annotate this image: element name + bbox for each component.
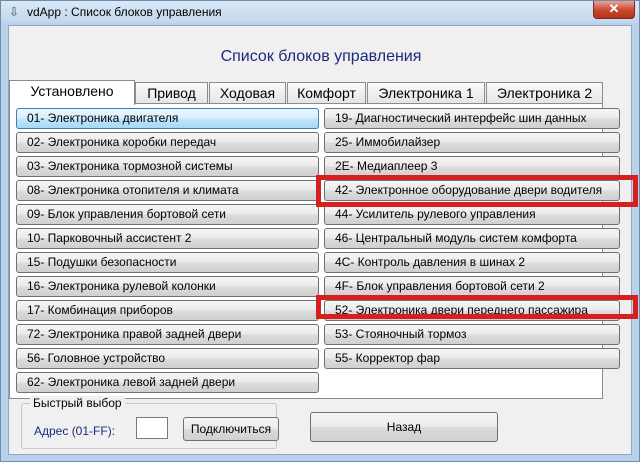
tab-installed[interactable]: Установлено <box>9 80 135 105</box>
connect-button[interactable]: Подключиться <box>183 417 279 441</box>
tab-strip: Установлено Привод Ходовая Комфорт Элект… <box>9 80 633 105</box>
modules-panel: 01- Электроника двигателя 02- Электроник… <box>9 103 638 399</box>
module-button-17[interactable]: 17- Комбинация приборов <box>16 300 319 321</box>
module-button-56[interactable]: 56- Головное устройство <box>16 348 319 369</box>
module-button-03[interactable]: 03- Электроника тормозной системы <box>16 156 319 177</box>
client-area: Список блоков управления Установлено При… <box>8 25 638 455</box>
module-button-44[interactable]: 44- Усилитель рулевого управления <box>324 204 620 225</box>
tab-chassis[interactable]: Ходовая <box>209 82 286 104</box>
quick-select-group: Быстрый выбор Адрес (01-FF): Подключитьс… <box>21 396 279 449</box>
module-button-10[interactable]: 10- Парковочный ассистент 2 <box>16 228 319 249</box>
module-button-16[interactable]: 16- Электроника рулевой колонки <box>16 276 319 297</box>
module-button-4f[interactable]: 4F- Блок управления бортовой сети 2 <box>324 276 620 297</box>
tab-comfort[interactable]: Комфорт <box>287 82 366 104</box>
module-button-19[interactable]: 19- Диагностический интерфейс шин данных <box>324 108 620 129</box>
tab-drivetrain[interactable]: Привод <box>135 82 208 104</box>
tab-electronics-2[interactable]: Электроника 2 <box>486 82 603 104</box>
module-button-53[interactable]: 53- Стояночный тормоз <box>324 324 620 345</box>
address-label: Адрес (01-FF): <box>34 424 116 438</box>
module-button-42[interactable]: 42- Электронное оборудование двери водит… <box>324 180 620 201</box>
module-button-52[interactable]: 52- Электроника двери переднего пассажир… <box>324 300 620 321</box>
window-title: vdApp : Список блоков управления <box>27 5 222 19</box>
back-button[interactable]: Назад <box>310 412 498 442</box>
module-button-09[interactable]: 09- Блок управления бортовой сети <box>16 204 319 225</box>
module-button-25[interactable]: 25- Иммобилайзер <box>324 132 620 153</box>
module-button-2e[interactable]: 2E- Медиаплеер 3 <box>324 156 620 177</box>
module-button-02[interactable]: 02- Электроника коробки передач <box>16 132 319 153</box>
quick-select-title: Быстрый выбор <box>30 396 125 410</box>
module-button-4c[interactable]: 4C- Контроль давления в шинах 2 <box>324 252 620 273</box>
page-title: Список блоков управления <box>220 48 422 65</box>
module-button-46[interactable]: 46- Центральный модуль систем комфорта <box>324 228 620 249</box>
module-button-55[interactable]: 55- Корректор фар <box>324 348 620 369</box>
title-bar: ⇩ vdApp : Список блоков управления ✕ <box>1 1 639 23</box>
module-button-01[interactable]: 01- Электроника двигателя <box>16 108 319 129</box>
tab-electronics-1[interactable]: Электроника 1 <box>367 82 485 104</box>
down-arrow-icon: ⇩ <box>8 5 20 19</box>
module-button-08[interactable]: 08- Электроника отопителя и климата <box>16 180 319 201</box>
module-button-72[interactable]: 72- Электроника правой задней двери <box>16 324 319 345</box>
address-input[interactable] <box>136 417 168 439</box>
module-button-62[interactable]: 62- Электроника левой задней двери <box>16 372 319 393</box>
close-button[interactable]: ✕ <box>593 1 635 19</box>
module-button-15[interactable]: 15- Подушки безопасности <box>16 252 319 273</box>
app-window: ⇩ vdApp : Список блоков управления ✕ Спи… <box>0 0 640 462</box>
